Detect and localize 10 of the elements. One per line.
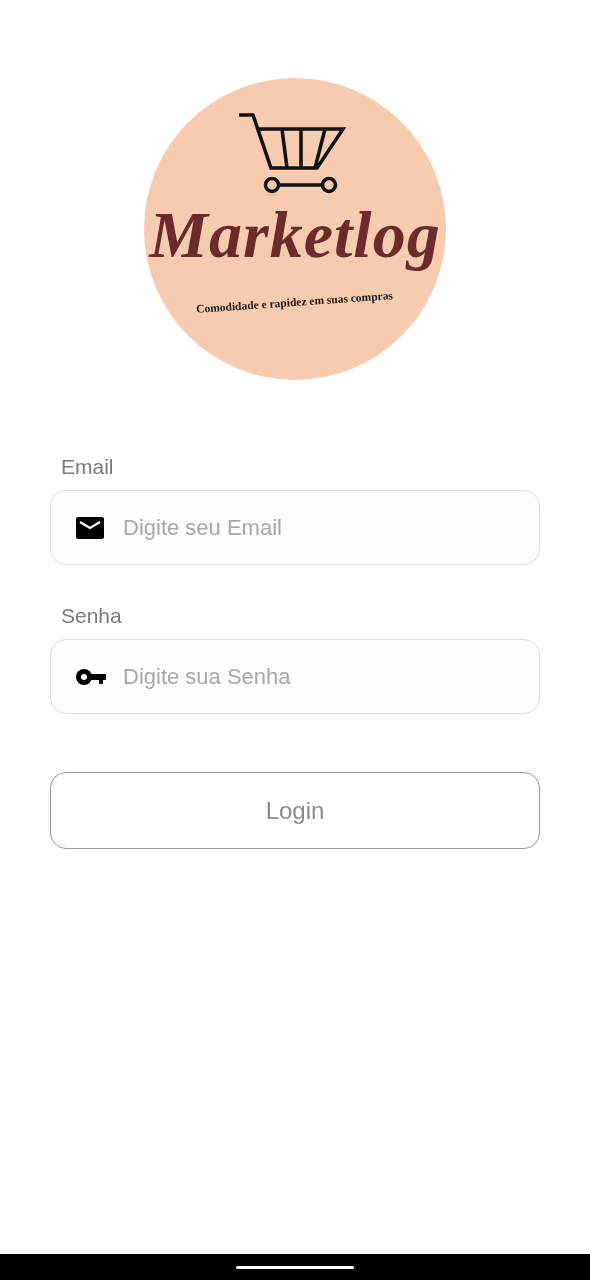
field-label: Senha bbox=[61, 603, 123, 629]
password-field[interactable]: Digite sua Senha bbox=[50, 639, 540, 714]
envelope-icon bbox=[76, 516, 104, 539]
field-label: Email bbox=[61, 454, 115, 480]
shopping-cart-icon bbox=[237, 112, 347, 194]
key-icon bbox=[76, 667, 106, 686]
email-field[interactable]: Digite seu Email bbox=[50, 490, 540, 565]
logo-tagline: Comodidade e rapidez em suas compras bbox=[196, 288, 394, 317]
login-button[interactable]: Login bbox=[50, 772, 540, 849]
home-handle[interactable] bbox=[236, 1265, 354, 1269]
